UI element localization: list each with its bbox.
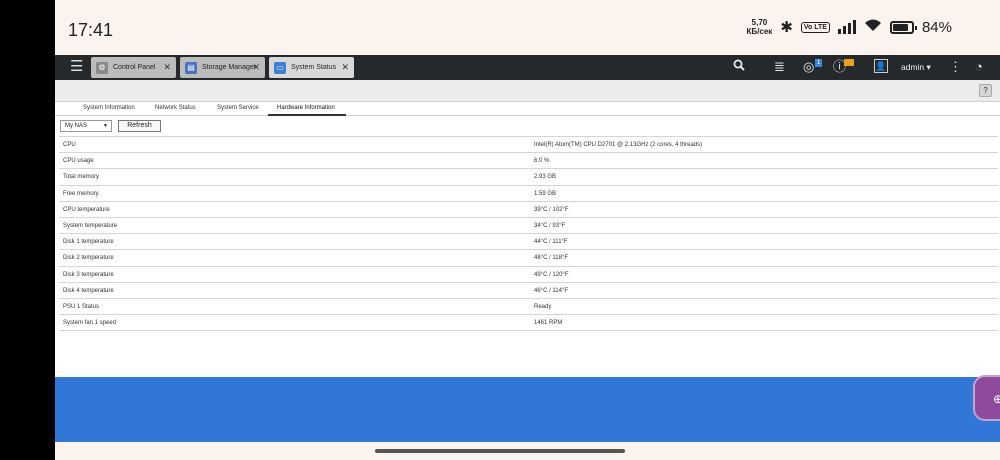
tab-storage-manager[interactable]: ▤ Storage Manager ✕ [180, 57, 265, 78]
left-bezel [0, 0, 55, 460]
external-device-icon[interactable]: ◎ [803, 59, 814, 75]
battery-percent: 84% [921, 18, 952, 36]
signal-icon [837, 20, 856, 34]
clock: 17:41 [68, 20, 114, 40]
row-label: PSU 1 Status [63, 303, 100, 310]
row-value: 46°C / 114°F [534, 287, 569, 294]
row-label: Disk 3 temperature [63, 271, 114, 278]
storage-icon: ▤ [185, 61, 197, 74]
notification-badge: 1 [815, 59, 823, 67]
table-row: System fan 1 speed 1461 RPM [59, 315, 998, 332]
row-label: CPU usage [63, 158, 94, 165]
row-value: 2.93 GB [534, 174, 557, 181]
row-label: Total memory [63, 174, 100, 181]
row-value: 34°C / 93°F [534, 222, 566, 229]
dashboard-icon[interactable]: ◔ [975, 59, 983, 75]
row-value: 44°C / 111°F [534, 239, 568, 246]
table-row: PSU 1 Status Ready [59, 299, 998, 316]
hardware-information-panel: My NAS ▼ Refresh CPU Intel(R) Atom(TM) CP… [55, 116, 1000, 377]
subtab-system-service[interactable]: System Service [217, 105, 259, 111]
floating-assist-button[interactable]: ⊕ [973, 375, 1000, 421]
gear-icon: ⚙ [96, 61, 108, 74]
search-icon[interactable] [733, 59, 745, 75]
row-value: 48°C / 118°F [534, 255, 569, 262]
row-label: System temperature [63, 222, 118, 229]
table-row: CPU temperature 39°C / 102°F [59, 202, 998, 218]
background-tasks-icon[interactable]: ≣ [774, 59, 785, 75]
table-row: Free memory 1.59 GB [59, 186, 998, 202]
subtab-system-information[interactable]: System Information [83, 105, 135, 111]
row-label: Disk 4 temperature [63, 287, 114, 294]
battery-fill [892, 23, 909, 31]
status-icons: 5,70 КБ/сек ✱ Vo LTE 84% [747, 18, 952, 36]
more-options-icon[interactable]: ⋮ [949, 59, 962, 75]
assist-icon: ⊕ [993, 392, 1000, 406]
network-speed: 5,70 КБ/сек [746, 18, 773, 36]
volte-icon: Vo LTE [800, 21, 830, 33]
tab-control-panel[interactable]: ⚙ Control Panel ✕ [91, 57, 176, 78]
table-row: Disk 4 temperature 46°C / 114°F [59, 283, 998, 299]
row-label: CPU [63, 142, 76, 148]
table-row: Disk 3 temperature 49°C / 120°F [59, 267, 998, 283]
subtab-network-status[interactable]: Network Status [155, 105, 196, 111]
user-avatar-icon[interactable]: 👤 [874, 59, 888, 73]
blue-panel [55, 377, 1000, 442]
row-value: 39°C / 102°F [534, 206, 569, 213]
close-icon[interactable]: ✕ [252, 62, 260, 73]
chevron-down-icon: ▼ [103, 123, 108, 129]
refresh-button[interactable]: Refresh [118, 120, 161, 132]
tab-label: Control Panel [113, 64, 156, 71]
hardware-table: CPU Intel(R) Atom(TM) CPU D2701 @ 2.13GHz… [59, 136, 998, 332]
gesture-bar [55, 442, 1000, 460]
row-value: 49°C / 120°F [534, 271, 569, 278]
bluetooth-icon: ✱ [780, 19, 793, 36]
table-row: Total memory 2.93 GB [59, 169, 998, 186]
row-label: Disk 1 temperature [63, 239, 114, 246]
qts-top-bar: ☰ ⚙ Control Panel ✕ ▤ Storage Manager ✕ … [55, 55, 1000, 80]
event-badge [844, 59, 854, 66]
window-header [55, 80, 1000, 102]
main-menu-icon[interactable]: ☰ [70, 59, 84, 75]
tab-system-status[interactable]: ▭ System Status ✕ [269, 57, 354, 78]
row-value: Ready [534, 303, 552, 310]
row-label: Free memory [63, 190, 99, 197]
row-label: System fan 1 speed [63, 320, 117, 327]
tab-label: Storage Manager [202, 64, 257, 71]
row-value: 1.59 GB [534, 190, 557, 197]
table-row: Disk 2 temperature 48°C / 118°F [59, 250, 998, 267]
row-value: Intel(R) Atom(TM) CPU D2701 @ 2.13GHz (2… [534, 142, 703, 148]
wifi-icon [864, 18, 882, 36]
subtab-hardware-information[interactable]: Hardware Information [277, 105, 335, 111]
subtab-bar: System Information Network Status System… [55, 102, 1000, 116]
table-row: CPU usage 6.0 % [59, 153, 998, 170]
table-row: CPU Intel(R) Atom(TM) CPU D2701 @ 2.13GHz… [59, 137, 998, 154]
row-label: Disk 2 temperature [63, 255, 114, 262]
android-status-bar: 17:41 5,70 КБ/сек ✱ Vo LTE 84% [55, 0, 1000, 55]
user-menu[interactable]: admin ▾ [901, 62, 931, 73]
row-value: 1461 RPM [534, 320, 563, 327]
row-label: CPU temperature [63, 206, 110, 213]
tab-label: System Status [291, 64, 337, 71]
nas-select[interactable]: My NAS ▼ [60, 120, 112, 132]
row-value: 6.0 % [534, 158, 550, 165]
home-indicator[interactable] [375, 449, 625, 453]
help-button[interactable]: ? [979, 84, 992, 97]
battery-icon [889, 20, 917, 34]
table-row: System temperature 34°C / 93°F [59, 218, 998, 235]
close-icon[interactable]: ✕ [341, 62, 349, 73]
table-row: Disk 1 temperature 44°C / 111°F [59, 234, 998, 251]
close-icon[interactable]: ✕ [163, 62, 171, 73]
phone-screen: 17:41 5,70 КБ/сек ✱ Vo LTE 84% ☰ ⚙ Contr… [55, 0, 1000, 460]
monitor-icon: ▭ [274, 61, 286, 74]
